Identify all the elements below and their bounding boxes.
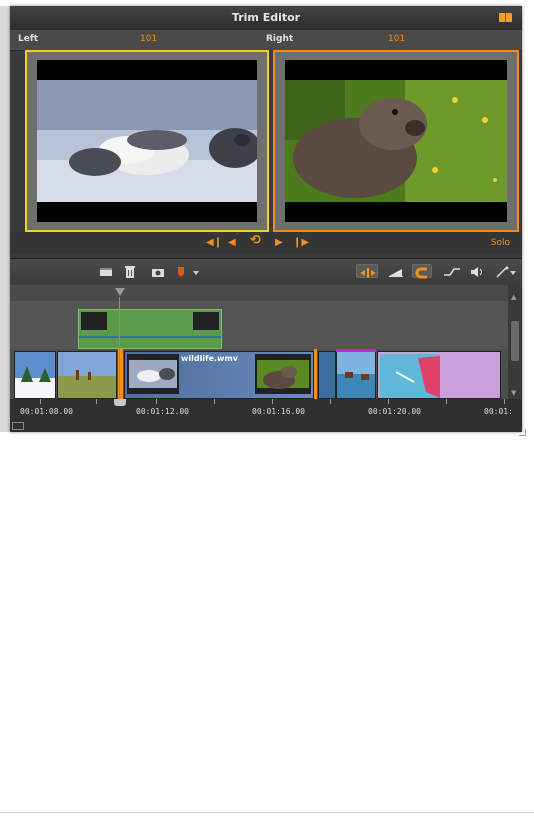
step-back-icon[interactable]: ◀ <box>228 237 236 249</box>
right-label: Right <box>266 34 294 44</box>
title-icon[interactable] <box>98 264 114 278</box>
clip-name: wildlife.wmv <box>181 354 238 363</box>
preview-label-bar: Left 101 Right 101 <box>10 30 522 74</box>
left-label: Left <box>18 34 39 44</box>
scroll-up-icon[interactable]: ▲ <box>511 293 519 301</box>
track-overlay <box>10 301 508 350</box>
timeline-ruler[interactable]: 00:01:08.00 00:01:12.00 00:01:16.00 00:0… <box>10 399 522 432</box>
right-frame-number[interactable]: 101 <box>388 34 405 44</box>
snapshot-icon[interactable] <box>150 264 166 278</box>
seals-image <box>37 60 257 222</box>
go-to-end-icon[interactable]: ❙▶ <box>293 237 309 249</box>
timeline-scrollbar[interactable]: ▲ ▼ <box>508 285 522 399</box>
timecode-4: 00:01:20.00 <box>368 407 421 416</box>
trim-cursor-right[interactable] <box>314 349 317 399</box>
timecode-5: 00:01: <box>484 407 513 416</box>
timeline-toolbar <box>10 258 522 286</box>
left-frame-number[interactable]: 101 <box>140 34 157 44</box>
trim-editor-window: Trim Editor Left 101 Right 101 ◀❙ ◀ ⟲ ▶ … <box>10 6 522 432</box>
magic-wand-icon[interactable] <box>494 264 518 278</box>
clip-horses[interactable] <box>336 351 376 399</box>
speaker-icon[interactable] <box>468 264 488 278</box>
right-preview-panel[interactable] <box>273 50 519 232</box>
left-video-frame <box>37 60 257 222</box>
audio-curve-icon[interactable] <box>442 264 462 278</box>
clip-transition[interactable] <box>377 351 501 399</box>
clip-snow[interactable] <box>14 351 56 399</box>
magnet-icon[interactable] <box>412 264 432 279</box>
clip-sea-small[interactable] <box>318 351 336 399</box>
resize-grip-icon[interactable] <box>519 429 526 436</box>
playhead-marker-icon[interactable] <box>114 286 126 298</box>
title-bar: Trim Editor <box>10 6 522 30</box>
effect-marker <box>336 349 376 352</box>
transport-bar: ◀❙ ◀ ⟲ ▶ ❙▶ Solo <box>10 232 522 254</box>
overlay-audio-line <box>79 336 221 338</box>
page-bottom-rule <box>0 812 534 813</box>
step-forward-icon[interactable]: ▶ <box>275 237 283 249</box>
overlay-thumb-right <box>193 312 219 330</box>
maximize-icon[interactable] <box>499 13 512 22</box>
dropdown-icon[interactable] <box>188 264 204 278</box>
loop-icon[interactable]: ⟲ <box>250 234 261 247</box>
timecode-3: 00:01:16.00 <box>252 407 305 416</box>
clip-wildlife[interactable]: wildlife.wmv <box>124 351 314 399</box>
window-title: Trim Editor <box>231 11 301 24</box>
solo-button[interactable]: Solo <box>491 238 510 248</box>
ripple-icon[interactable] <box>386 264 406 278</box>
scroll-thumb[interactable] <box>511 321 519 361</box>
clip-field[interactable] <box>57 351 117 399</box>
playhead-line <box>119 297 120 399</box>
ruler-zoom-icon[interactable] <box>12 422 24 430</box>
go-to-start-icon[interactable]: ◀❙ <box>206 237 222 249</box>
trim-mode-icon[interactable] <box>356 264 378 278</box>
track-video: wildlife.wmv <box>10 349 508 399</box>
timecode-1: 00:01:08.00 <box>20 407 73 416</box>
scrubber-handle[interactable] <box>114 399 126 406</box>
trash-icon[interactable] <box>122 264 138 278</box>
overlay-clip[interactable] <box>78 309 222 349</box>
timeline-tracks: wildlife.wmv <box>10 285 508 399</box>
overlay-thumb-left <box>81 312 107 330</box>
right-video-frame <box>285 60 507 222</box>
left-preview-panel[interactable] <box>25 50 269 232</box>
scroll-down-icon[interactable]: ▼ <box>511 389 519 397</box>
marmot-image <box>285 60 507 222</box>
timecode-2: 00:01:12.00 <box>136 407 189 416</box>
